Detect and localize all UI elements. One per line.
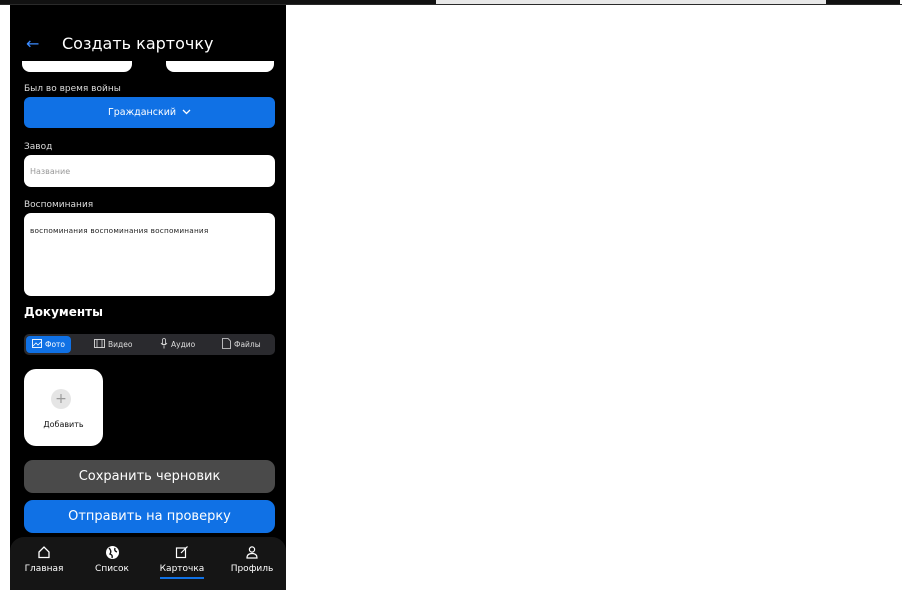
previous-field-left[interactable] — [22, 61, 132, 72]
add-document-label: Добавить — [43, 420, 84, 429]
globe-icon — [82, 545, 142, 563]
tab-video[interactable]: Видео — [94, 336, 132, 353]
nav-item-card[interactable]: Карточка — [152, 545, 212, 579]
edit-icon — [152, 545, 212, 563]
page-title: Создать карточку — [62, 34, 214, 53]
app-header: ← Создать карточку — [10, 33, 286, 57]
save-draft-button[interactable]: Сохранить черновик — [24, 460, 275, 493]
tab-audio[interactable]: Аудио — [160, 336, 195, 353]
document-type-tabs: Фото Видео Аудио Файлы — [24, 334, 275, 355]
nav-profile-label: Профиль — [230, 564, 274, 574]
factory-label: Завод — [24, 142, 53, 152]
previous-field-right[interactable] — [166, 61, 274, 72]
war-status-value: Гражданский — [107, 107, 177, 118]
submit-for-review-button[interactable]: Отправить на проверку — [24, 500, 275, 533]
tab-files[interactable]: Файлы — [222, 336, 261, 353]
microphone-icon — [160, 338, 168, 351]
nav-item-profile[interactable]: Профиль — [222, 545, 282, 574]
war-status-dropdown[interactable]: Гражданский — [24, 97, 275, 128]
tab-photo-label: Фото — [45, 340, 66, 349]
nav-card-label: Карточка — [159, 564, 205, 574]
nav-item-list[interactable]: Список — [82, 545, 142, 574]
memories-textarea[interactable]: воспоминания воспоминания воспоминания — [24, 213, 275, 296]
factory-input[interactable]: Название — [24, 155, 275, 187]
active-tab-indicator — [160, 577, 204, 579]
nav-item-home[interactable]: Главная — [14, 545, 74, 574]
memories-label: Воспоминания — [24, 200, 94, 210]
nav-home-label: Главная — [24, 564, 64, 574]
war-status-label: Был во время войны — [24, 84, 121, 94]
nav-list-label: Список — [95, 564, 129, 574]
film-icon — [94, 339, 105, 350]
tab-files-label: Файлы — [234, 340, 261, 349]
back-arrow-icon[interactable]: ← — [26, 35, 42, 53]
chevron-down-icon — [182, 108, 191, 118]
tab-photo[interactable]: Фото — [26, 336, 72, 353]
phone-screen: ← Создать карточку Был во время войны Гр… — [10, 5, 286, 590]
factory-placeholder: Название — [30, 167, 71, 176]
memories-value: воспоминания воспоминания воспоминания — [30, 226, 209, 235]
tab-audio-label: Аудио — [171, 340, 196, 349]
user-icon — [222, 545, 282, 563]
file-icon — [222, 338, 231, 351]
image-icon — [32, 339, 42, 350]
plus-icon: + — [51, 389, 71, 409]
bottom-navigation: Главная Список Карточка Профиль — [10, 537, 286, 590]
add-document-button[interactable]: + Добавить — [24, 369, 103, 446]
tab-video-label: Видео — [108, 340, 133, 349]
home-icon — [14, 545, 74, 563]
documents-title: Документы — [24, 305, 103, 319]
